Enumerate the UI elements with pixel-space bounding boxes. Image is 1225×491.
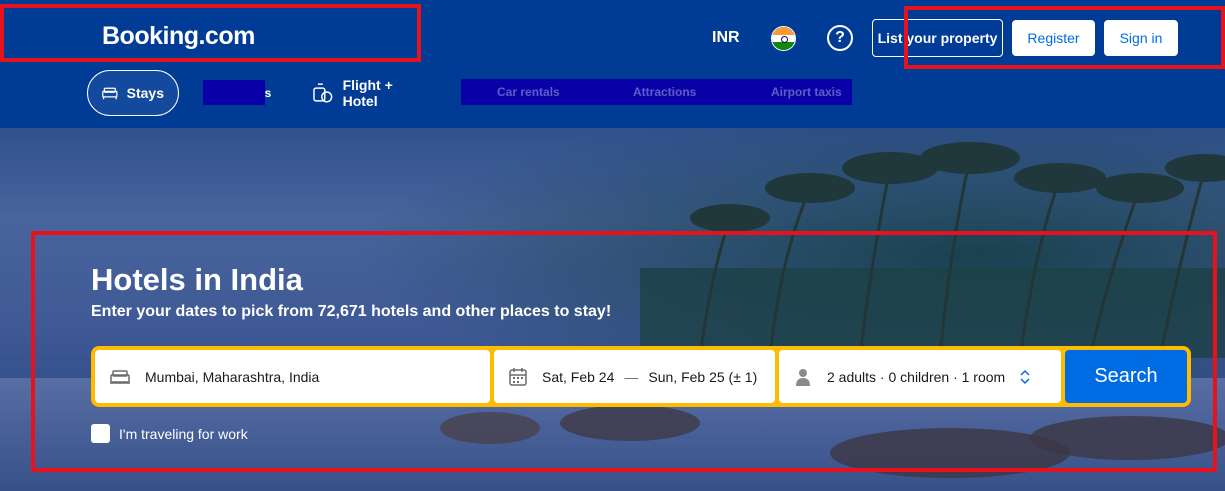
- flight-hotel-icon: [313, 83, 333, 103]
- currency-button[interactable]: INR: [712, 29, 740, 47]
- tab-flight-hotel-label: Flight + Hotel: [342, 77, 393, 109]
- redaction-more-tabs: Car rentals Attractions Airport taxis: [461, 79, 852, 105]
- tab-stays-label: Stays: [126, 85, 164, 101]
- tab-attractions-label[interactable]: Attractions: [633, 85, 696, 99]
- annotation-box-logo: [0, 4, 421, 62]
- annotation-box-search: [31, 231, 1217, 472]
- tab-airport-taxis-label[interactable]: Airport taxis: [771, 85, 842, 99]
- tab-stays[interactable]: Stays: [87, 70, 179, 116]
- annotation-box-auth: [904, 6, 1225, 69]
- tab-flight-hotel[interactable]: Flight + Hotel: [298, 70, 444, 116]
- bed-icon: [102, 87, 118, 100]
- tab-car-rentals-label[interactable]: Car rentals: [497, 85, 560, 99]
- help-icon[interactable]: ?: [827, 25, 853, 51]
- india-flag-icon[interactable]: [771, 26, 796, 51]
- redaction-flights: [203, 80, 265, 105]
